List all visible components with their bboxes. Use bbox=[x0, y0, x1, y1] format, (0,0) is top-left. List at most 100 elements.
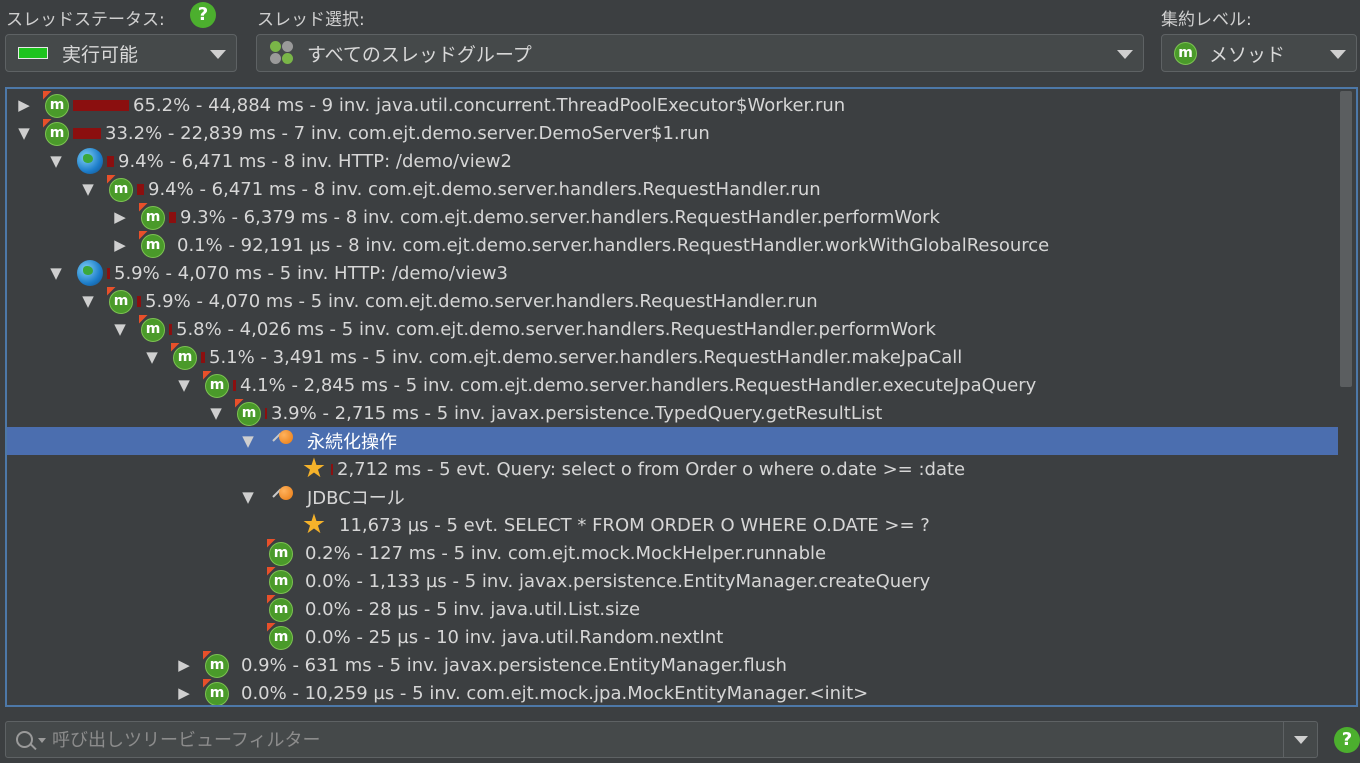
tree-row-label: 4.1% - 2,845 ms - 5 inv. com.ejt.demo.se… bbox=[240, 374, 1037, 396]
thread-status-label: スレッドステータス: bbox=[6, 10, 165, 30]
tree-row-label: 5.8% - 4,026 ms - 5 inv. com.ejt.demo.se… bbox=[176, 318, 936, 340]
call-tree-filter[interactable] bbox=[5, 721, 1318, 758]
aggregation-level-value: メソッド bbox=[1209, 43, 1286, 66]
tree-row[interactable]: ▶ m 0.9% - 631 ms - 5 inv. javax.persisten… bbox=[7, 650, 1338, 679]
percentage-bar bbox=[73, 99, 129, 111]
tree-row[interactable]: ★ 11,673 µs - 5 evt. SELECT * FROM ORDER … bbox=[7, 511, 1338, 539]
star-icon: ★ bbox=[301, 453, 327, 484]
collapse-toggle[interactable]: ▼ bbox=[111, 320, 129, 338]
method-icon-glyph: m bbox=[273, 572, 289, 589]
star-icon: ★ bbox=[301, 509, 327, 540]
tree-row-label: 0.2% - 127 ms - 5 inv. com.ejt.mock.Mock… bbox=[305, 542, 827, 564]
percentage-bar bbox=[137, 183, 144, 195]
collapse-toggle[interactable]: ▼ bbox=[47, 264, 65, 282]
tree-row-label: 9.3% - 6,379 ms - 8 inv. com.ejt.demo.se… bbox=[180, 206, 940, 228]
tree-row-label: 11,673 µs - 5 evt. SELECT * FROM ORDER O… bbox=[339, 514, 930, 536]
expand-toggle[interactable]: ▶ bbox=[15, 96, 33, 114]
search-icon[interactable] bbox=[16, 731, 33, 748]
method-icon-glyph: m bbox=[49, 96, 65, 113]
method-icon: m bbox=[235, 398, 261, 426]
tree-row-label: 65.2% - 44,884 ms - 9 inv. java.util.con… bbox=[133, 94, 846, 116]
method-icon-glyph: m bbox=[209, 376, 225, 393]
call-tree[interactable]: ▶ m 65.2% - 44,884 ms - 9 inv. java.util.c… bbox=[5, 87, 1358, 707]
collapse-toggle[interactable]: ▼ bbox=[239, 432, 257, 450]
tree-row-label: 5.9% - 4,070 ms - 5 inv. com.ejt.demo.se… bbox=[145, 290, 818, 312]
scrollbar-thumb[interactable] bbox=[1340, 91, 1352, 387]
tree-row[interactable]: ▼ m 3.9% - 2,715 ms - 5 inv. javax.persist… bbox=[7, 398, 1338, 427]
percentage-bar bbox=[169, 323, 172, 335]
tree-row[interactable]: ▶ m 9.3% - 6,379 ms - 8 inv. com.ejt.demo.… bbox=[7, 202, 1338, 231]
help-icon[interactable]: ? bbox=[1334, 727, 1360, 753]
tree-row[interactable]: ▼ 9.4% - 6,471 ms - 8 inv. HTTP: /demo/vi… bbox=[7, 147, 1338, 175]
method-icon-glyph: m bbox=[145, 320, 161, 337]
chevron-down-icon bbox=[210, 50, 226, 59]
method-icon-glyph: m bbox=[145, 236, 161, 253]
tree-row[interactable]: ▶ m 65.2% - 44,884 ms - 9 inv. java.util.c… bbox=[7, 90, 1338, 119]
method-icon: m bbox=[267, 622, 293, 650]
collapse-toggle[interactable]: ▼ bbox=[143, 348, 161, 366]
help-icon[interactable]: ? bbox=[190, 2, 216, 28]
tree-row[interactable]: ▼ 5.9% - 4,070 ms - 5 inv. HTTP: /demo/vi… bbox=[7, 259, 1338, 287]
method-icon-glyph: m bbox=[273, 600, 289, 617]
tree-row[interactable]: m 0.0% - 25 µs - 10 inv. java.util.Random… bbox=[7, 622, 1338, 651]
tree-row[interactable]: ▼ m 33.2% - 22,839 ms - 7 inv. com.ejt.dem… bbox=[7, 118, 1338, 147]
tree-row-label: 9.4% - 6,471 ms - 8 inv. HTTP: /demo/vie… bbox=[118, 150, 512, 172]
method-icon: m bbox=[139, 230, 165, 258]
method-icon: m bbox=[171, 342, 197, 370]
tree-row[interactable]: ▼ 永続化操作 bbox=[7, 427, 1338, 455]
expand-toggle[interactable]: ▶ bbox=[175, 684, 193, 702]
filter-input[interactable] bbox=[52, 725, 1272, 755]
tree-row-label: JDBCコール bbox=[307, 488, 405, 509]
collapse-toggle[interactable]: ▼ bbox=[175, 376, 193, 394]
collapse-toggle[interactable]: ▼ bbox=[47, 152, 65, 170]
method-icon: m bbox=[43, 90, 69, 118]
filter-history-dropdown[interactable] bbox=[1283, 722, 1317, 757]
tree-row-label: 永続化操作 bbox=[307, 432, 397, 453]
expand-toggle[interactable]: ▶ bbox=[111, 236, 129, 254]
percentage-bar bbox=[73, 127, 101, 139]
method-icon-glyph: m bbox=[49, 124, 65, 141]
tree-row[interactable]: ★ 2,712 ms - 5 evt. Query: select o from … bbox=[7, 455, 1338, 483]
collapse-toggle[interactable]: ▼ bbox=[239, 488, 257, 506]
tree-row[interactable]: ▼ m 9.4% - 6,471 ms - 8 inv. com.ejt.demo.… bbox=[7, 174, 1338, 203]
expand-toggle[interactable]: ▶ bbox=[175, 656, 193, 674]
tree-row-label: 0.0% - 10,259 µs - 5 inv. com.ejt.mock.j… bbox=[241, 682, 869, 704]
tree-row[interactable]: ▼ JDBCコール bbox=[7, 483, 1338, 511]
vertical-scrollbar[interactable] bbox=[1338, 91, 1354, 703]
tree-row[interactable]: ▶ m 0.1% - 92,191 µs - 8 inv. com.ejt.demo… bbox=[7, 230, 1338, 259]
method-icon-glyph: m bbox=[177, 348, 193, 365]
thread-status-dropdown[interactable]: 実行可能 bbox=[5, 34, 237, 72]
thread-select-value: すべてのスレッドグループ bbox=[307, 43, 532, 66]
method-icon: m bbox=[203, 678, 229, 705]
method-icon-glyph: m bbox=[241, 404, 257, 421]
globe-icon bbox=[77, 148, 103, 174]
percentage-bar bbox=[201, 351, 205, 363]
tree-row-label: 0.0% - 25 µs - 10 inv. java.util.Random.… bbox=[305, 626, 724, 648]
tree-row[interactable]: ▼ m 5.9% - 4,070 ms - 5 inv. com.ejt.demo.… bbox=[7, 286, 1338, 315]
percentage-bar bbox=[331, 463, 333, 475]
expand-toggle[interactable]: ▶ bbox=[111, 208, 129, 226]
tree-row[interactable]: m 0.0% - 1,133 µs - 5 inv. javax.persiste… bbox=[7, 566, 1338, 595]
tree-row[interactable]: m 0.2% - 127 ms - 5 inv. com.ejt.mock.Moc… bbox=[7, 538, 1338, 567]
search-options-icon[interactable] bbox=[38, 738, 46, 743]
method-icon: m bbox=[203, 650, 229, 678]
tree-row-label: 9.4% - 6,471 ms - 8 inv. com.ejt.demo.se… bbox=[148, 178, 821, 200]
pin-head bbox=[279, 486, 293, 500]
chevron-down-icon bbox=[1117, 50, 1133, 59]
collapse-toggle[interactable]: ▼ bbox=[15, 124, 33, 142]
tree-row[interactable]: ▶ m 0.0% - 10,259 µs - 5 inv. com.ejt.mock… bbox=[7, 678, 1338, 705]
thread-select-dropdown[interactable]: すべてのスレッドグループ bbox=[256, 34, 1144, 72]
percentage-bar bbox=[107, 155, 114, 167]
tree-row[interactable]: m 0.0% - 28 µs - 5 inv. java.util.List.si… bbox=[7, 594, 1338, 623]
percentage-bar bbox=[233, 379, 236, 391]
collapse-toggle[interactable]: ▼ bbox=[79, 180, 97, 198]
tree-row[interactable]: ▼ m 5.8% - 4,026 ms - 5 inv. com.ejt.demo.… bbox=[7, 314, 1338, 343]
collapse-toggle[interactable]: ▼ bbox=[207, 404, 225, 422]
aggregation-level-dropdown[interactable]: m メソッド bbox=[1161, 34, 1357, 72]
pin-icon bbox=[269, 428, 295, 454]
tree-row[interactable]: ▼ m 4.1% - 2,845 ms - 5 inv. com.ejt.demo.… bbox=[7, 370, 1338, 399]
collapse-toggle[interactable]: ▼ bbox=[79, 292, 97, 310]
method-icon: m bbox=[267, 538, 293, 566]
runnable-status-icon bbox=[18, 47, 48, 59]
tree-row[interactable]: ▼ m 5.1% - 3,491 ms - 5 inv. com.ejt.demo.… bbox=[7, 342, 1338, 371]
